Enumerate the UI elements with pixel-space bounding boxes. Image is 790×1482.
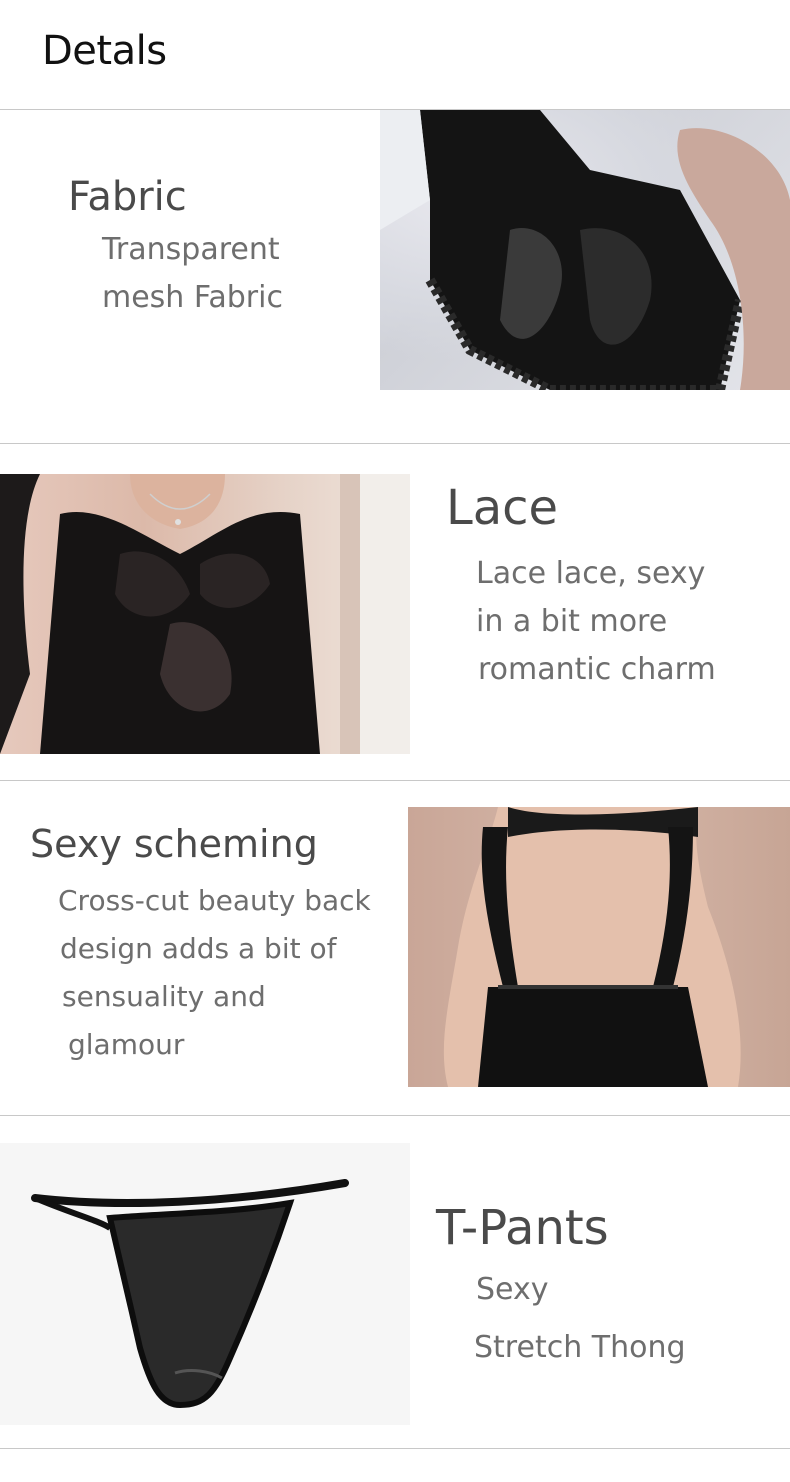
divider bbox=[0, 443, 790, 444]
section-title: Sexy scheming bbox=[30, 822, 318, 866]
page-title: Detals bbox=[42, 28, 167, 74]
section-title: Fabric bbox=[68, 174, 187, 220]
section-description-line: Transparent bbox=[102, 232, 280, 267]
section-description-line: glamour bbox=[68, 1028, 185, 1061]
section-description-line: Cross-cut beauty back bbox=[58, 884, 371, 917]
section-description-line: Stretch Thong bbox=[474, 1330, 686, 1365]
section-description-line: Lace lace, sexy bbox=[476, 556, 706, 591]
section-description-line: mesh Fabric bbox=[102, 280, 283, 315]
section-description-line: romantic charm bbox=[478, 652, 716, 687]
section-description-line: design adds a bit of bbox=[60, 932, 337, 965]
divider bbox=[0, 780, 790, 781]
section-title: T-Pants bbox=[436, 1200, 609, 1256]
section-description-line: in a bit more bbox=[476, 604, 668, 639]
thong-photo bbox=[0, 1143, 410, 1425]
section-title: Lace bbox=[446, 480, 559, 536]
lace-photo bbox=[0, 474, 410, 754]
section-description-line: sensuality and bbox=[62, 980, 266, 1013]
section-description-line: Sexy bbox=[476, 1272, 549, 1307]
divider bbox=[0, 1448, 790, 1449]
divider bbox=[0, 1115, 790, 1116]
fabric-photo bbox=[380, 110, 790, 390]
back-photo bbox=[408, 807, 790, 1087]
